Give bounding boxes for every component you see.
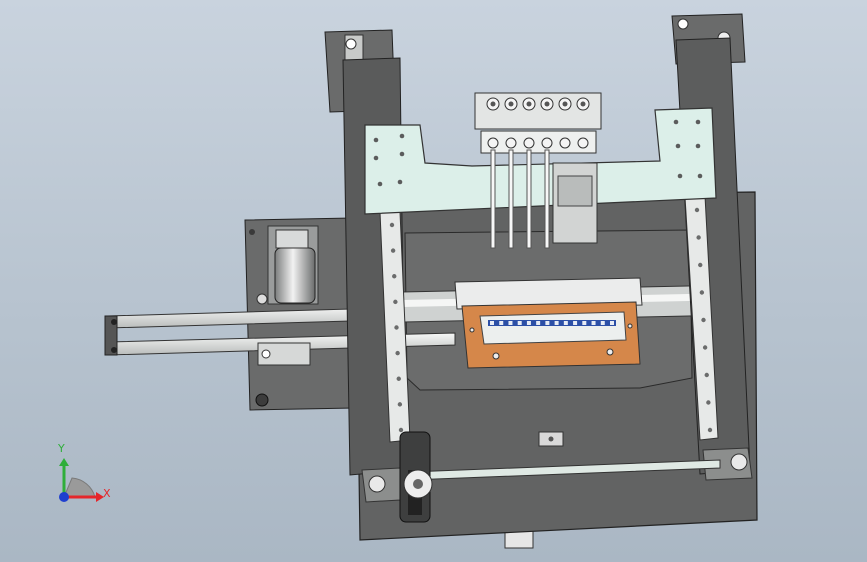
pin-rod: [508, 149, 514, 249]
sensor-hole: [548, 436, 554, 442]
pin-collar: [577, 137, 589, 149]
triad-arc: [63, 477, 96, 498]
carriage-hole: [677, 173, 683, 179]
pin-screw-center: [544, 101, 550, 107]
strip-hole: [395, 350, 400, 356]
strip-hole: [398, 427, 404, 433]
strip-hole: [396, 376, 401, 381]
pin-screw-center: [580, 101, 586, 107]
x-axis-label: X: [103, 487, 111, 500]
pcb-contact: [591, 321, 596, 325]
carriage-hole: [397, 179, 403, 185]
pin-collar: [487, 137, 499, 149]
pin-collar: [559, 137, 571, 149]
pcb-contact: [490, 321, 494, 325]
carriage-hole: [675, 143, 681, 149]
pcb-contact: [554, 321, 559, 325]
pin-rod: [544, 149, 550, 249]
carriage-hole: [695, 143, 701, 149]
strip-hole: [699, 290, 705, 295]
strip-hole: [704, 372, 709, 378]
motor-cap: [275, 229, 309, 249]
carriage-hole: [697, 173, 703, 179]
pcb-contact: [573, 321, 578, 325]
strip-hole: [707, 427, 713, 433]
strip-hole: [389, 222, 395, 228]
pin-screw-center: [508, 101, 514, 107]
pin-screw-center: [526, 101, 532, 107]
carriage-hole: [695, 119, 701, 125]
pcb-contact: [526, 321, 531, 325]
pcb-contact: [508, 321, 513, 325]
strip-hole: [706, 400, 711, 405]
pin-rod: [526, 149, 532, 249]
cad-model-drawing: [59, 13, 758, 549]
pcb-contact: [563, 321, 568, 325]
carriage-hole: [373, 137, 379, 143]
pcb-contact: [600, 321, 605, 325]
pcb-contact: [499, 321, 504, 325]
carriage-hole: [373, 155, 379, 161]
carriage-hole: [399, 133, 405, 139]
strip-hole: [390, 248, 396, 253]
carriage-hole: [673, 119, 679, 125]
axis-triad: [59, 458, 104, 502]
aux-hole-2: [249, 229, 255, 235]
pin-collar: [505, 137, 517, 149]
carriage-hole: [377, 181, 383, 187]
strip-hole: [698, 262, 703, 268]
carriage-hole: [399, 151, 405, 157]
strip-hole: [694, 207, 700, 213]
pcb-contact: [610, 321, 614, 325]
strip-hole: [394, 325, 399, 330]
cad-viewport[interactable]: X Y: [0, 0, 867, 562]
strip-hole: [701, 317, 706, 323]
strip-hole: [392, 274, 397, 279]
pcb-contact: [517, 321, 522, 325]
motor-screw: [256, 293, 268, 305]
pcb-board: [461, 301, 641, 369]
strip-hole: [393, 299, 398, 305]
pcb-contact: [545, 321, 550, 325]
strip-hole: [702, 345, 708, 350]
y-axis-label: Y: [58, 442, 65, 455]
pin-collar: [523, 137, 535, 149]
pin-screw-center: [562, 101, 568, 107]
strip-hole: [397, 402, 403, 407]
z-axis-dot: [59, 492, 69, 502]
motor-cylinder: [274, 247, 316, 304]
pin-rod: [490, 149, 496, 249]
aux-hole-1: [255, 393, 269, 407]
strip-hole: [696, 235, 701, 240]
pin-collar: [541, 137, 553, 149]
pcb-contact: [536, 321, 541, 325]
pin-screw-center: [490, 101, 496, 107]
pcb-contact: [582, 321, 587, 325]
